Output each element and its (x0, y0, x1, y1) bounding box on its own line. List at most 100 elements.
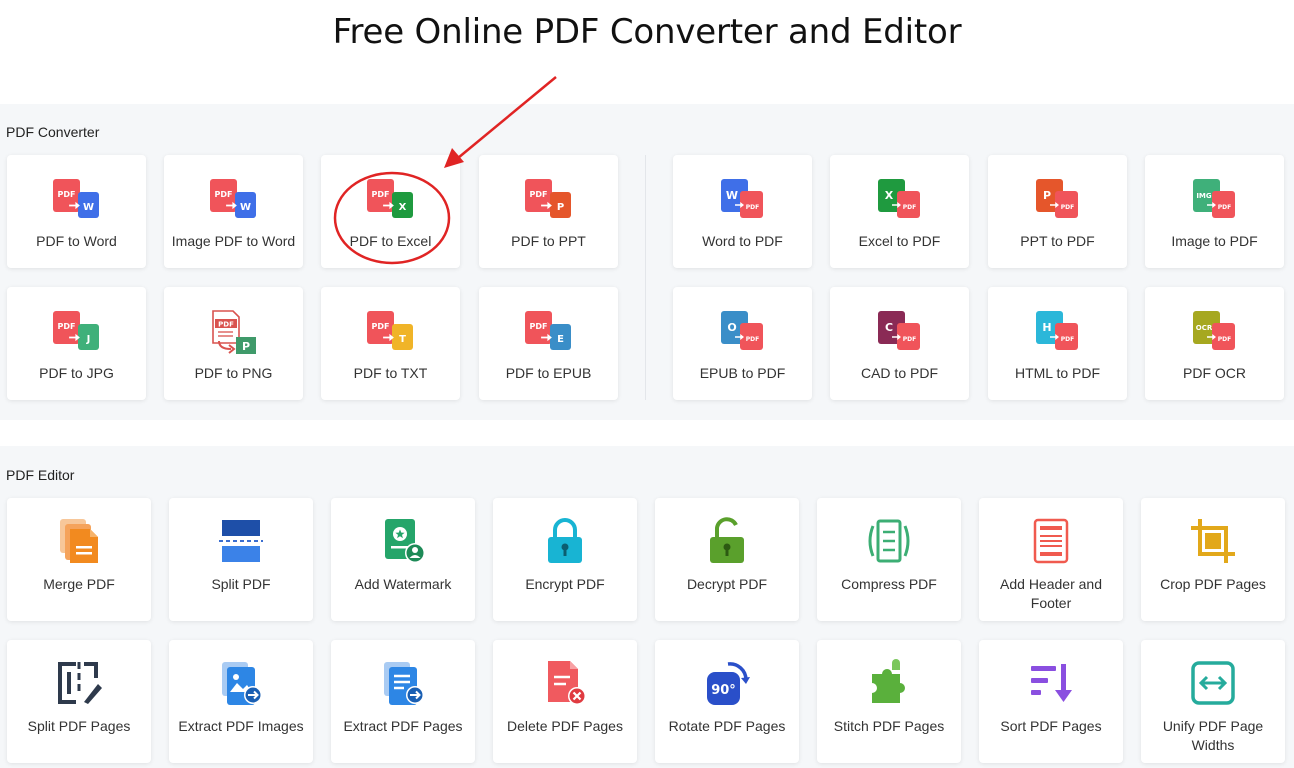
crop-pdf-pages-card[interactable]: Crop PDF Pages (1141, 498, 1285, 621)
svg-text:PDF: PDF (529, 190, 547, 199)
svg-text:90°: 90° (711, 683, 736, 698)
svg-text:PDF: PDF (218, 321, 234, 329)
svg-text:P: P (556, 202, 563, 213)
svg-text:J: J (85, 334, 90, 345)
card-label: EPUB to PDF (699, 365, 786, 381)
svg-text:PDF: PDF (214, 190, 232, 199)
pdf-to-jpg-card[interactable]: PDF J PDF to JPG (7, 287, 146, 400)
svg-text:W: W (82, 202, 93, 213)
stitch-pdf-pages-card[interactable]: Stitch PDF Pages (817, 640, 961, 763)
decrypt-pdf-card[interactable]: Decrypt PDF (655, 498, 799, 621)
pdf-to-png-card[interactable]: PDF P PDF to PNG (164, 287, 303, 400)
rotate-pdf-pages-card[interactable]: 90° Rotate PDF Pages (655, 640, 799, 763)
converter-section-label: PDF Converter (6, 124, 100, 140)
svg-text:W: W (725, 189, 737, 202)
card-label: Split PDF (211, 576, 271, 592)
encrypt-pdf-card[interactable]: Encrypt PDF (493, 498, 637, 621)
card-label: PDF to EPUB (505, 365, 592, 381)
card-label: PDF OCR (1183, 365, 1246, 381)
crop-icon (1191, 519, 1235, 563)
card-label: Decrypt PDF (686, 576, 768, 592)
unify-pdf-page-widths-card[interactable]: Unify PDF Page Widths (1141, 640, 1285, 763)
editor-section-label: PDF Editor (6, 467, 75, 483)
pdf-to-excel-card[interactable]: PDF X PDF to Excel (321, 155, 460, 268)
add-watermark-card[interactable]: Add Watermark (331, 498, 475, 621)
watermark-icon (385, 519, 425, 563)
svg-text:PDF: PDF (1217, 336, 1230, 343)
split-pdf-pages-card[interactable]: Split PDF Pages (7, 640, 151, 763)
card-label: Image to PDF (1171, 233, 1258, 249)
image-to-pdf-icon: IMG PDF (1192, 179, 1235, 218)
svg-text:X: X (398, 202, 406, 213)
delete-pdf-pages-card[interactable]: Delete PDF Pages (493, 640, 637, 763)
merge-pdf-card[interactable]: Merge PDF (7, 498, 151, 621)
svg-text:PDF: PDF (371, 190, 389, 199)
pdf-to-jpg-icon: PDF J (52, 311, 99, 350)
pdf-to-excel-icon: PDF X (366, 179, 413, 218)
compress-icon (868, 519, 910, 563)
pdf-to-word-card[interactable]: PDF W PDF to Word (7, 155, 146, 268)
image-pdf-to-word-card[interactable]: PDF W Image PDF to Word (164, 155, 303, 268)
pdf-to-ppt-icon: PDF P (524, 179, 571, 218)
header-footer-icon (1033, 518, 1069, 564)
card-label: PDF to PPT (511, 233, 586, 249)
epub-to-pdf-card[interactable]: O PDF EPUB to PDF (673, 287, 812, 400)
card-label: Delete PDF Pages (507, 718, 623, 734)
card-label: Extract PDF Pages (343, 718, 463, 734)
svg-text:PDF: PDF (902, 204, 915, 211)
svg-text:PDF: PDF (57, 190, 75, 199)
svg-text:PDF: PDF (902, 336, 915, 343)
pdf-ocr-icon: OCR PDF (1192, 311, 1235, 350)
card-label: Rotate PDF Pages (668, 718, 786, 734)
card-label: Add Watermark (354, 576, 452, 592)
html-to-pdf-card[interactable]: H PDF HTML to PDF (988, 287, 1127, 400)
cad-to-pdf-icon: C PDF (877, 311, 920, 350)
word-to-pdf-icon: W PDF (720, 179, 763, 218)
svg-text:PDF: PDF (1217, 204, 1230, 211)
svg-text:OCR: OCR (1195, 324, 1212, 332)
svg-text:PDF: PDF (745, 336, 758, 343)
extract-images-icon (222, 662, 262, 705)
rotate-icon: 90° (707, 662, 750, 705)
pdf-to-word-icon: PDF W (52, 179, 99, 218)
extract-pdf-images-card[interactable]: Extract PDF Images (169, 640, 313, 763)
card-label: Merge PDF (43, 576, 115, 592)
pdf-to-txt-card[interactable]: PDF T PDF to TXT (321, 287, 460, 400)
card-label: Compress PDF (841, 576, 937, 592)
image-to-pdf-card[interactable]: IMG PDF Image to PDF (1145, 155, 1284, 268)
sort-icon (1031, 664, 1072, 702)
unlock-icon (710, 517, 744, 563)
svg-text:IMG: IMG (1196, 192, 1212, 200)
card-label: Crop PDF Pages (1160, 576, 1266, 592)
svg-text:P: P (241, 340, 249, 353)
page-title: Free Online PDF Converter and Editor (332, 12, 962, 52)
pdf-to-txt-icon: PDF T (366, 311, 413, 350)
pdf-ocr-card[interactable]: OCR PDF PDF OCR (1145, 287, 1284, 400)
card-label: PDF to PNG (194, 365, 273, 381)
image-pdf-to-word-icon: PDF W (209, 179, 256, 218)
card-label: Encrypt PDF (525, 576, 605, 592)
card-label: CAD to PDF (860, 365, 938, 381)
card-label: Stitch PDF Pages (833, 718, 945, 734)
compress-pdf-card[interactable]: Compress PDF (817, 498, 961, 621)
extract-pdf-pages-card[interactable]: Extract PDF Pages (331, 640, 475, 763)
card-label: Image PDF to Word (171, 233, 296, 249)
split-pdf-card[interactable]: Split PDF (169, 498, 313, 621)
word-to-pdf-card[interactable]: W PDF Word to PDF (673, 155, 812, 268)
svg-text:O: O (727, 321, 736, 334)
svg-text:C: C (884, 321, 892, 334)
add-header-footer-card[interactable]: Add Header and Footer (979, 498, 1123, 621)
excel-to-pdf-card[interactable]: X PDF Excel to PDF (830, 155, 969, 268)
svg-text:PDF: PDF (745, 204, 758, 211)
ppt-to-pdf-card[interactable]: P PDF PPT to PDF (988, 155, 1127, 268)
pdf-to-png-icon: PDF P (211, 310, 256, 354)
lock-icon (548, 518, 582, 563)
sort-pdf-pages-card[interactable]: Sort PDF Pages (979, 640, 1123, 763)
split-pdf-icon (219, 520, 263, 562)
html-to-pdf-icon: H PDF (1035, 311, 1078, 350)
card-label: Excel to PDF (858, 233, 941, 249)
pdf-to-epub-card[interactable]: PDF E PDF to EPUB (479, 287, 618, 400)
cad-to-pdf-card[interactable]: C PDF CAD to PDF (830, 287, 969, 400)
pdf-to-ppt-card[interactable]: PDF P PDF to PPT (479, 155, 618, 268)
card-label: PDF to Word (36, 233, 117, 249)
